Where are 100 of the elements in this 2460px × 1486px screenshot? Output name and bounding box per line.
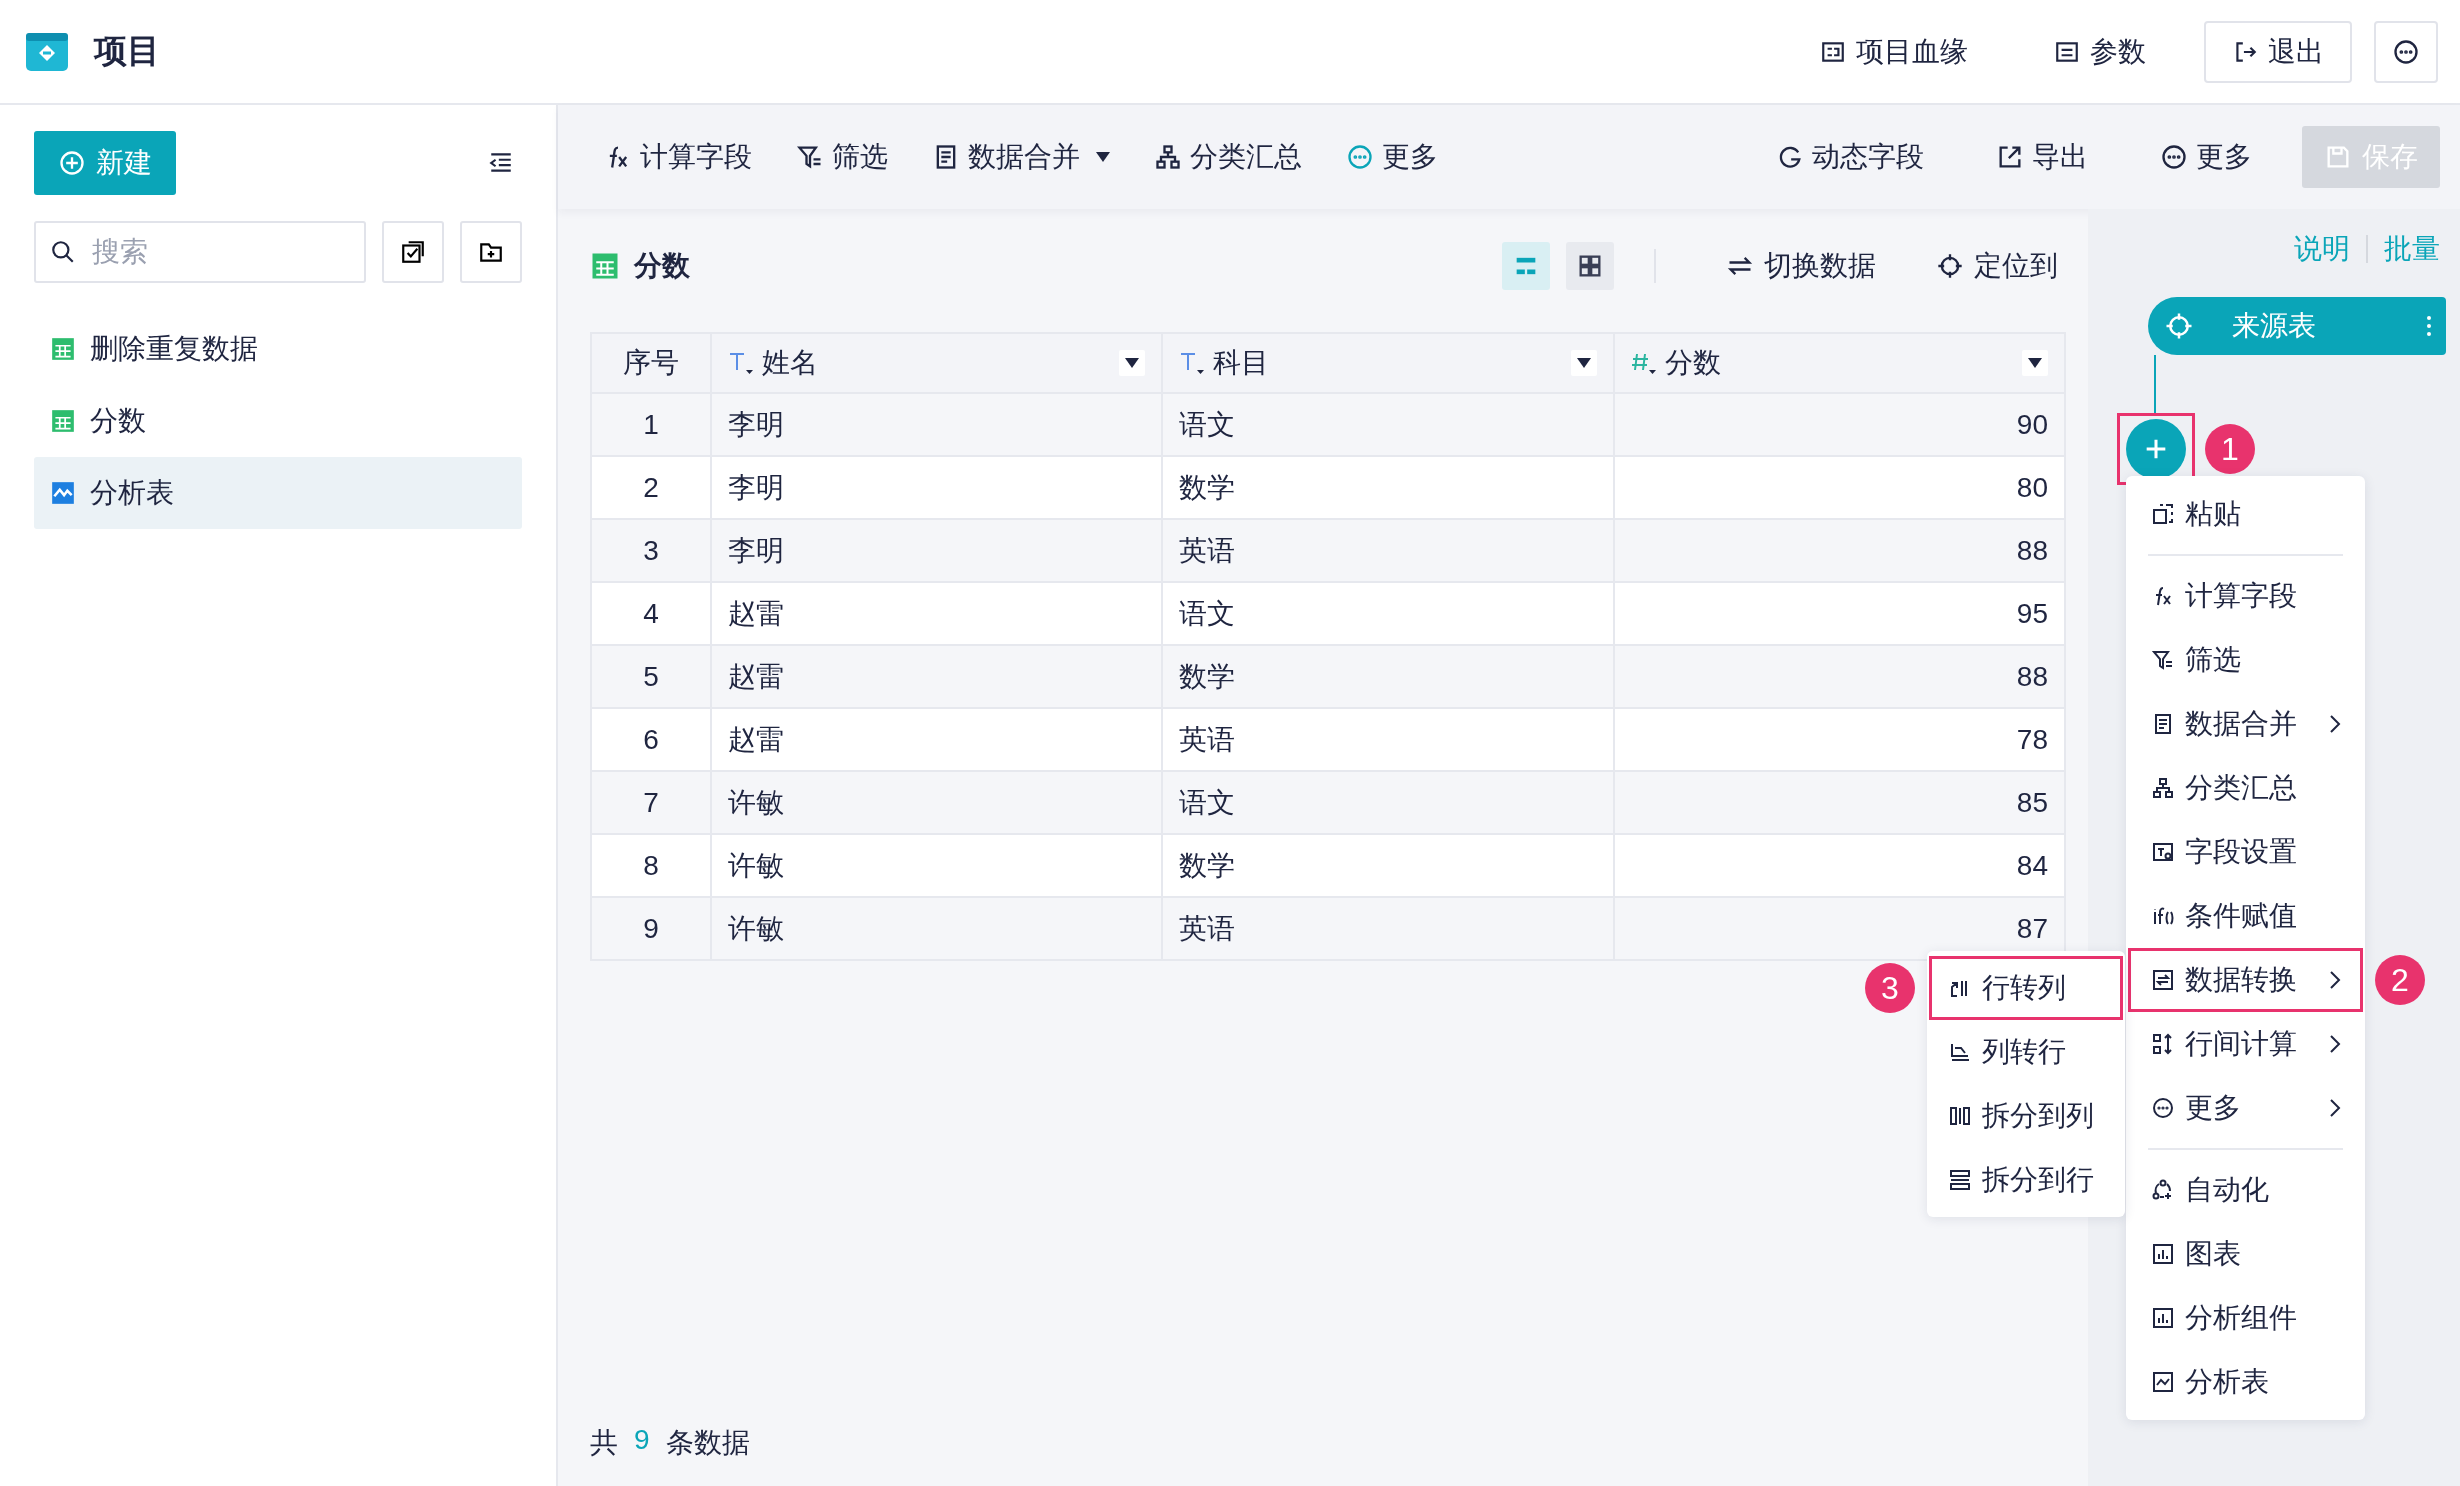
paste-icon [2151,502,2175,526]
toolbar-button[interactable]: 更多 [2138,127,2274,187]
more-icon [1346,143,1374,171]
header-button[interactable]: 项目血缘 [1792,20,1996,83]
table-cell: 赵雷 [728,723,784,755]
table-cell: 李明 [728,408,784,440]
table-cell: 85 [2016,786,2048,818]
sidebar-item[interactable]: 删除重复数据 [34,313,522,385]
toolbar-button[interactable]: 分类汇总 [1132,127,1324,187]
grid-view-button[interactable] [1566,242,1614,290]
menu-item[interactable]: 分类汇总 [2128,756,2363,820]
menu-item[interactable]: 数据转换 [2128,948,2363,1012]
caret-icon [2028,358,2042,368]
menu-item[interactable]: 计算字段 [2128,564,2363,628]
menu-item[interactable]: 自动化 [2128,1158,2363,1222]
split-columns-icon [1948,1104,1972,1128]
sidebar-item[interactable]: 分析表 [34,457,522,529]
table-cell: 许敏 [728,912,784,944]
line-chart-icon [50,480,76,506]
table-cell: 李明 [728,471,784,503]
table-icon [50,336,76,362]
menu-item[interactable]: 分析组件 [2128,1286,2363,1350]
menu-item[interactable]: 列转行 [1929,1020,2123,1084]
table-cell: 95 [2016,597,2048,629]
menu-item[interactable]: 粘贴 [2128,482,2363,546]
table-cell: 赵雷 [728,660,784,692]
more-button[interactable] [2374,20,2438,83]
menu-item[interactable]: 拆分到行 [1929,1148,2123,1212]
target-icon [1936,252,1964,280]
menu-item[interactable]: 筛选 [2128,628,2363,692]
toolbar-button[interactable]: 筛选 [774,127,910,187]
add-step-button[interactable] [2126,419,2186,479]
table-cell: 78 [2016,723,2048,755]
text-type-icon[interactable] [1179,350,1206,376]
add-folder-button[interactable] [460,221,522,283]
caret-icon [1125,358,1140,368]
field-settings-icon [2151,840,2175,864]
checkbox-icon-button[interactable] [382,221,444,283]
search-field[interactable]: 搜索 [34,221,366,283]
dataset-action-button[interactable]: 定位到 [1920,247,2074,285]
more-icon [2151,1096,2175,1120]
menu-item[interactable]: 更多 [2128,1076,2363,1140]
sidebar-item[interactable]: 分数 [34,385,522,457]
bar-chart-icon [2151,1306,2175,1330]
toolbar-button[interactable]: 计算字段 [582,127,774,187]
table-icon [590,251,620,281]
table-cell: 英语 [1179,534,1236,566]
table-cell: 许敏 [728,849,784,881]
menu-item[interactable]: 数据合并 [2128,692,2363,756]
menu-item[interactable]: 图表 [2128,1222,2363,1286]
text-type-icon[interactable] [728,350,754,376]
menu-item[interactable]: 行转列 [1929,956,2123,1020]
toolbar-button[interactable]: 数据合并 [910,127,1132,187]
table-cell: 88 [2016,660,2048,692]
convert-icon [2151,968,2175,992]
dropdown-button[interactable] [2022,350,2048,376]
bar-chart-icon [2151,1242,2175,1266]
toolbar-button[interactable]: 更多 [1324,127,1460,187]
line-chart-icon [2151,1370,2175,1394]
dropdown-button[interactable] [1119,350,1146,376]
table-cell: 87 [2016,912,2048,944]
checkbox-icon [400,239,426,265]
menu-item[interactable]: 分析表 [2128,1350,2363,1414]
filter-icon [2151,648,2175,672]
table-cell: 赵雷 [728,597,784,629]
dropdown-button[interactable] [1570,350,1597,376]
dataset-title: 分数 [634,249,690,283]
header-button[interactable]: 退出 [2204,20,2352,83]
table-cell: 7 [643,786,659,818]
connector-line [2154,355,2156,413]
table-cell: 语文 [1179,597,1236,629]
more-icon [2392,37,2420,66]
table-cell: 英语 [1179,723,1236,755]
hierarchy-icon [1154,143,1182,171]
kebab-icon[interactable] [2426,314,2432,338]
record-count: 9 [634,1424,650,1457]
table-icon [50,408,76,434]
table-cell: 9 [643,912,659,944]
table-cell: 80 [2016,471,2048,503]
hierarchy-icon [2151,776,2175,800]
table-cell: 90 [2016,408,2048,440]
table-cell: 语文 [1179,786,1236,818]
record-count-label: 共 [590,1426,618,1460]
toolbar-button[interactable]: 动态字段 [1754,127,1946,187]
table-cell: 许敏 [728,786,784,818]
table-cell: 84 [2016,849,2048,881]
table-cell: 语文 [1179,408,1236,440]
table-cell: 3 [643,534,659,566]
toolbar-button[interactable]: 导出 [1974,127,2110,187]
table-cell: 5 [643,660,659,692]
table-cell: 8 [643,849,659,881]
menu-item[interactable]: 拆分到列 [1929,1084,2123,1148]
split-rows-icon [1948,1168,1972,1192]
menu-item[interactable]: 字段设置 [2128,820,2363,884]
table-cell: 2 [643,471,659,503]
dataset-action-button[interactable]: 切换数据 [1710,247,1892,285]
menu-item[interactable]: 行间计算 [2128,1012,2363,1076]
header-button[interactable]: 参数 [2026,20,2174,83]
menu-item[interactable]: 条件赋值 [2128,884,2363,948]
page-title: 项目 [94,31,160,71]
